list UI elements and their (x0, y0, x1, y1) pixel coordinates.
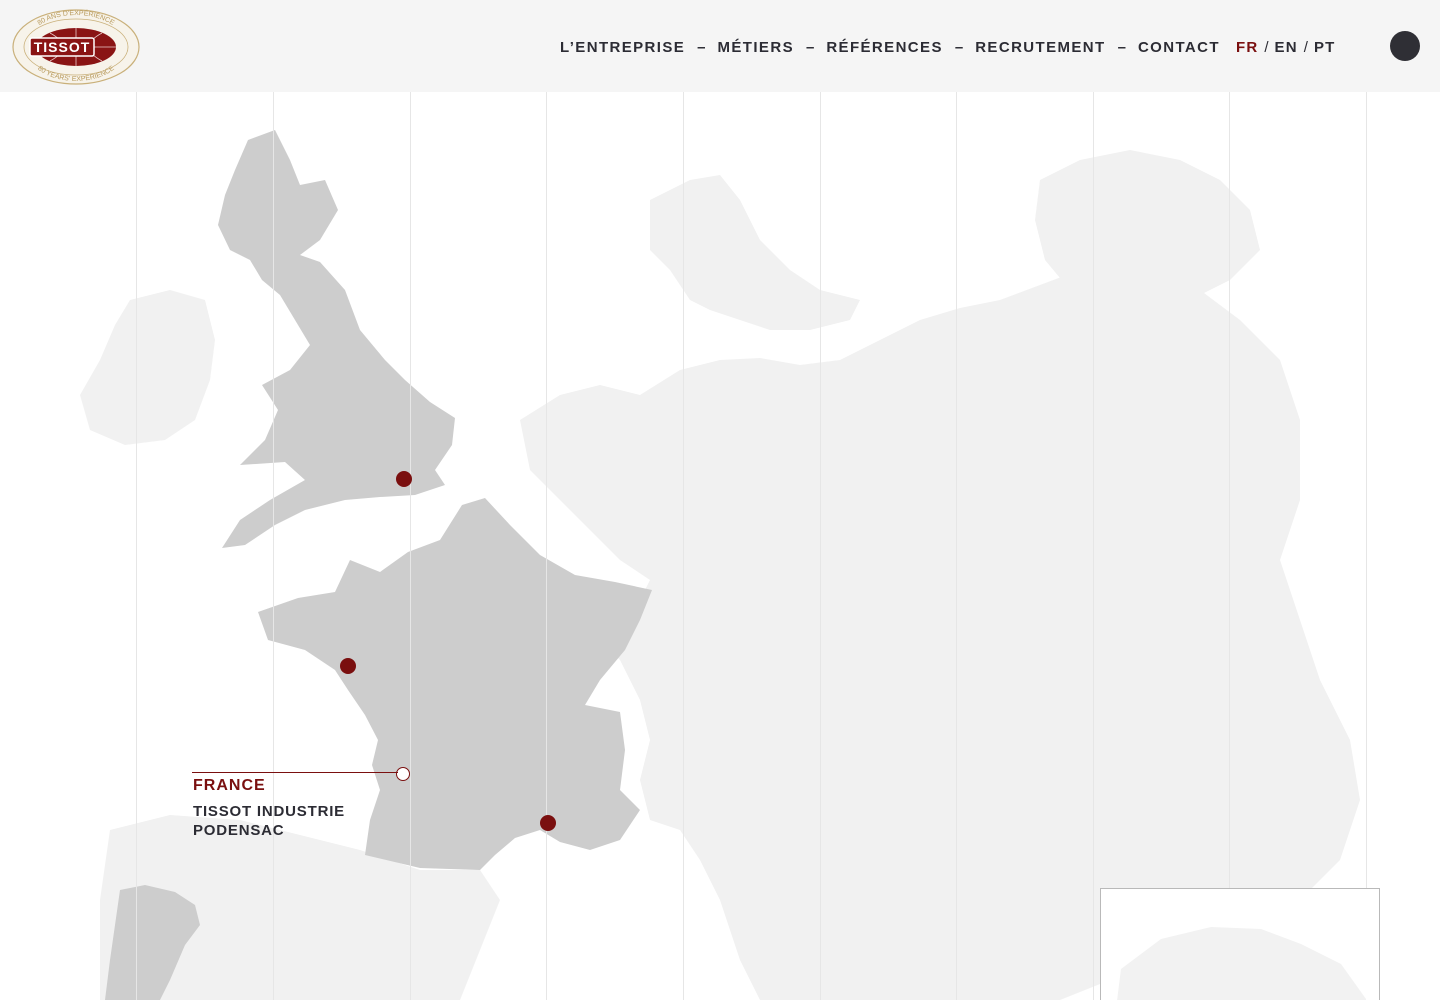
scandinavia-shape (650, 175, 860, 330)
grid-line (1229, 92, 1230, 1000)
grid-line (546, 92, 547, 1000)
callout-country: FRANCE (193, 777, 266, 794)
nav-separator: – (954, 38, 964, 56)
nav-item-recrutement[interactable]: RECRUTEMENT (975, 39, 1105, 56)
tissot-logo[interactable]: 80 ANS D'EXPÉRIENCE 80 YEARS' EXPERIENCE… (10, 7, 142, 87)
logo-brand-text: TISSOT (34, 39, 91, 55)
callout-line (192, 772, 398, 773)
nav-item-references[interactable]: RÉFÉRENCES (826, 39, 943, 56)
grid-line (410, 92, 411, 1000)
grid-line (1093, 92, 1094, 1000)
nav-separator: – (805, 38, 815, 56)
nav-item-entreprise[interactable]: L’ENTREPRISE (560, 39, 685, 56)
nav-separator: – (697, 38, 706, 56)
location-marker-uk[interactable] (396, 471, 412, 487)
grid-line (273, 92, 274, 1000)
nav-item-metiers[interactable]: MÉTIERS (718, 39, 794, 56)
location-marker-podensac[interactable] (396, 767, 410, 781)
callout-site-name: TISSOT INDUSTRIE PODENSAC (193, 802, 345, 840)
location-marker-france-west[interactable] (340, 658, 356, 674)
grid-line (136, 92, 137, 1000)
nav-separator: – (1117, 38, 1126, 56)
grid-line (820, 92, 821, 1000)
location-marker-france-south[interactable] (540, 815, 556, 831)
page: FRANCE TISSOT INDUSTRIE PODENSAC 80 ANS … (0, 0, 1440, 1000)
grid-line (683, 92, 684, 1000)
europe-map (0, 92, 1440, 1000)
nav-item-contact[interactable]: CONTACT (1138, 39, 1220, 56)
callout-site-line-1: TISSOT INDUSTRIE (193, 803, 345, 820)
inset-map-land (1117, 927, 1366, 1000)
lang-separator: / (1303, 38, 1308, 56)
callout-site-line-2: PODENSAC (193, 822, 285, 839)
map-svg (80, 130, 1360, 1000)
language-switcher: FR / EN / PT (1236, 39, 1336, 56)
site-header: 80 ANS D'EXPÉRIENCE 80 YEARS' EXPERIENCE… (0, 0, 1440, 92)
uk-shape (218, 130, 455, 548)
inset-map-box[interactable] (1100, 888, 1380, 1000)
menu-toggle-button[interactable] (1390, 31, 1420, 61)
main-nav: L’ENTREPRISE – MÉTIERS – RÉFÉRENCES – RE… (560, 36, 1336, 58)
grid-line (1366, 92, 1367, 1000)
grid-line (956, 92, 957, 1000)
lang-separator: / (1264, 38, 1269, 56)
inset-map-svg (1117, 927, 1366, 1000)
finland-shape (1035, 150, 1260, 310)
lang-en[interactable]: EN (1275, 39, 1298, 56)
ireland-shape (80, 290, 215, 445)
lang-fr[interactable]: FR (1236, 39, 1258, 56)
lang-pt[interactable]: PT (1314, 39, 1336, 56)
